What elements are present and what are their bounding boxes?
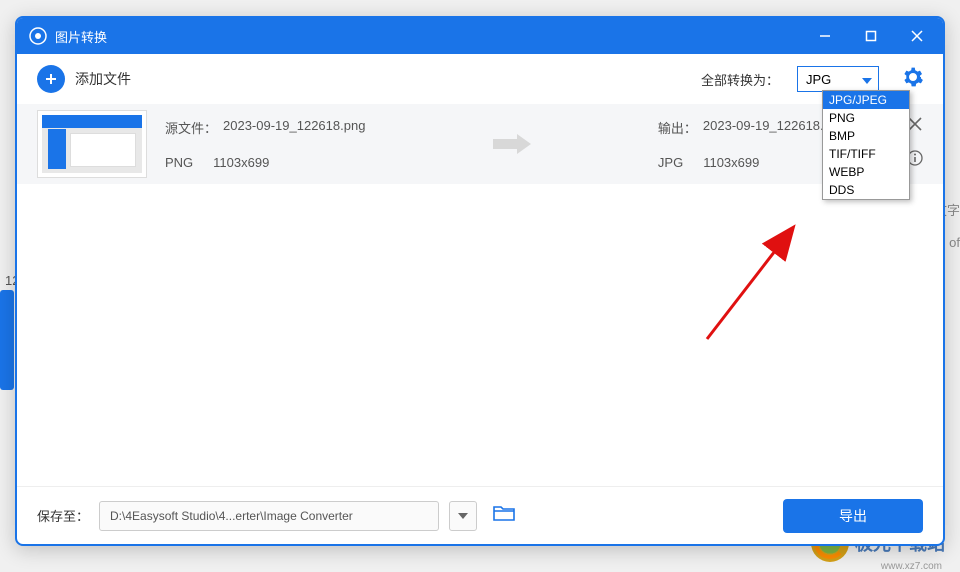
maximize-button[interactable] (857, 22, 885, 50)
output-format: JPG (658, 155, 683, 170)
convert-all-label: 全部转换为： (701, 70, 779, 89)
source-filename: 2023-09-19_122618.png (223, 118, 365, 137)
background-decoration (0, 290, 14, 390)
dropdown-option-dds[interactable]: DDS (823, 181, 909, 199)
output-dimensions: 1103x699 (703, 155, 759, 170)
dropdown-option-png[interactable]: PNG (823, 109, 909, 127)
settings-button[interactable] (903, 67, 923, 92)
content-area (17, 184, 943, 486)
arrow-right-icon (491, 133, 533, 155)
add-file-button[interactable]: 添加文件 (37, 65, 131, 93)
bottombar: 保存至： D:\4Easysoft Studio\4...erter\Image… (17, 486, 943, 544)
source-format: PNG (165, 155, 193, 170)
open-folder-button[interactable] (493, 504, 515, 527)
output-filename: 2023-09-19_122618.jpg (703, 118, 841, 137)
export-button[interactable]: 导出 (783, 499, 923, 533)
remove-row-button[interactable] (908, 117, 922, 136)
save-path-value: D:\4Easysoft Studio\4...erter\Image Conv… (110, 509, 353, 523)
main-window: 图片转换 添加文件 全部转换为： JPG (15, 16, 945, 546)
dropdown-option-bmp[interactable]: BMP (823, 127, 909, 145)
file-thumbnail (37, 110, 147, 178)
watermark-url: www.xz7.com (881, 561, 942, 572)
source-dimensions: 1103x699 (213, 155, 269, 170)
dropdown-option-webp[interactable]: WEBP (823, 163, 909, 181)
output-label: 输出： (658, 118, 697, 137)
path-dropdown-button[interactable] (449, 501, 477, 531)
format-select[interactable]: JPG (797, 66, 879, 92)
dropdown-option-jpg[interactable]: JPG/JPEG (823, 91, 909, 109)
save-to-label: 保存至： (37, 506, 89, 525)
plus-icon (37, 65, 65, 93)
annotation-arrow-icon (517, 224, 797, 344)
save-path-input[interactable]: D:\4Easysoft Studio\4...erter\Image Conv… (99, 501, 439, 531)
app-icon (29, 27, 47, 45)
source-label: 源文件： (165, 118, 217, 137)
close-button[interactable] (903, 22, 931, 50)
dropdown-option-tif[interactable]: TIF/TIFF (823, 145, 909, 163)
background-text: of (949, 235, 960, 250)
minimize-button[interactable] (811, 22, 839, 50)
window-title: 图片转换 (55, 27, 811, 46)
file-row: 源文件： 2023-09-19_122618.png PNG 1103x699 … (17, 104, 943, 184)
caret-down-icon (862, 72, 872, 87)
format-select-value: JPG (806, 72, 831, 87)
format-dropdown: JPG/JPEG PNG BMP TIF/TIFF WEBP DDS (822, 90, 910, 200)
export-label: 导出 (839, 506, 867, 526)
toolbar: 添加文件 全部转换为： JPG (17, 54, 943, 104)
titlebar: 图片转换 (17, 18, 943, 54)
add-file-label: 添加文件 (75, 69, 131, 89)
